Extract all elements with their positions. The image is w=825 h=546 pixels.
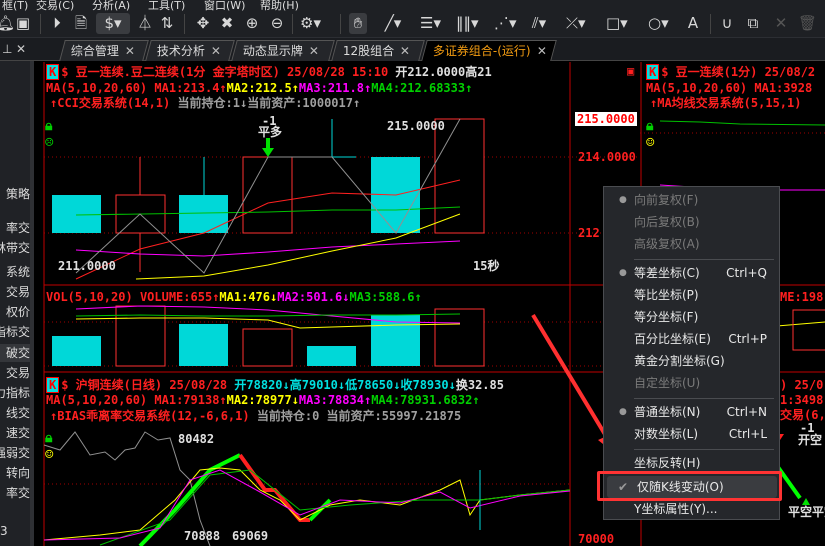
menu-help[interactable]: 帮助(H) <box>260 0 299 11</box>
menu-item-forward-adjust[interactable]: ● 向前复权(F) <box>604 189 779 211</box>
zigzag-red <box>238 453 310 522</box>
volume-header: VOL(5,10,20) VOLUME:655↑MA1:476↓MA2:501.… <box>46 290 422 304</box>
right-title-row: K $ 豆一连续(1分) 25/08/2 <box>646 64 815 80</box>
signal-label: 平多 <box>258 125 283 139</box>
lock-icon[interactable]: 🔒︎ <box>45 119 52 133</box>
menu-item-geometric-axis[interactable]: 等比坐标(P) <box>604 284 779 306</box>
menu-analysis[interactable]: 分析(A) <box>92 0 130 11</box>
lock-icon[interactable]: 🔒︎ <box>646 119 653 133</box>
low-price-label: 70888 <box>184 529 221 543</box>
menu-view[interactable]: 框(T) <box>2 0 28 11</box>
lock-icon[interactable]: 🔒︎ <box>45 431 52 445</box>
signal-label: 开空 <box>798 433 823 447</box>
low-price-label: 69069 <box>232 529 269 543</box>
menu-item-percent-axis[interactable]: 百分比坐标(E) Ctrl+P <box>604 328 779 350</box>
menu-trade[interactable]: 交易(C) <box>36 0 74 11</box>
current-price-tag: 215.0000 <box>575 112 637 126</box>
axis-label: 214.0000 <box>578 150 636 164</box>
candle <box>242 156 293 234</box>
sell-arrow-icon <box>262 138 274 157</box>
menu-item-y-axis-properties[interactable]: Y坐标属性(Y)... <box>604 498 779 520</box>
volume-bar <box>242 328 293 367</box>
signal-label: 平空 <box>812 505 825 519</box>
candle <box>179 195 228 233</box>
k-period-button[interactable]: K <box>46 377 60 393</box>
pane3-ma-row: MA(5,10,20,60) MA1:79138↑MA2:78977↓MA3:7… <box>46 393 480 407</box>
pane1-title-row: K $ 豆一连续.豆二连续(1分 金字塔时区) 25/08/28 15:10 开2… <box>46 64 492 80</box>
trading-system-label[interactable]: CCI交易系统(14,1) <box>57 96 170 110</box>
highlight-box <box>597 471 782 501</box>
price-line <box>43 467 571 541</box>
face-icon[interactable]: ☹ <box>45 136 53 150</box>
right-pane3-ma: 1:3498 <box>780 393 824 407</box>
smiley-icon[interactable]: ☺ <box>45 448 53 462</box>
menu-item-log-axis[interactable]: 对数坐标(L) Ctrl+L <box>604 423 779 445</box>
axis-context-menu: ● 向前复权(F) 向后复权(B) 高级复权(A) ● 等差坐标(C) Ctrl+Q … <box>603 186 780 520</box>
ma2-line <box>75 240 461 257</box>
menu-item-backward-adjust[interactable]: 向后复权(B) <box>604 211 779 233</box>
right-pane3-system: 交易(6, <box>780 408 825 422</box>
axis-label: 70000 <box>578 532 615 546</box>
right-pane3-title: ) 25/0 <box>780 378 824 392</box>
k-period-button[interactable]: K <box>646 64 660 80</box>
right-system-row: ↑MA均线交易系统(5,15,1) <box>650 96 802 110</box>
candle <box>434 118 485 234</box>
menu-bar: 框(T) 交易(C) 分析(A) 工具(T) 窗口(W) 帮助(H) <box>0 0 825 12</box>
high-price-label: 215.0000 <box>387 119 445 133</box>
volume-bar <box>179 324 228 366</box>
trading-system-label[interactable]: BIAS乖离率交易系统(12,-6,6,1) <box>57 409 249 423</box>
menu-item-normal-axis[interactable]: ● 普通坐标(N) Ctrl+N <box>604 401 779 423</box>
menu-item-equal-axis[interactable]: 等分坐标(F) <box>604 306 779 328</box>
menu-item-arithmetic-axis[interactable]: ● 等差坐标(C) Ctrl+Q <box>604 262 779 284</box>
volume-bar <box>434 308 485 367</box>
menu-tools[interactable]: 工具(T) <box>148 0 185 11</box>
volume-bar <box>52 336 101 366</box>
menu-item-golden-axis[interactable]: 黄金分割坐标(G) <box>604 350 779 372</box>
signal-label: 平空 <box>788 505 813 519</box>
maximize-icon[interactable]: ▣ <box>627 64 634 78</box>
candle <box>52 195 101 233</box>
countdown-timer: 15秒 <box>473 259 500 273</box>
right-volume-label: ME:198 <box>780 290 824 304</box>
pane3-system-row: ↑BIAS乖离率交易系统(12,-6,6,1) 当前持仓:0 当前资产:5599… <box>50 409 462 423</box>
smiley-icon[interactable]: ☺ <box>646 136 654 150</box>
annotation-arrow <box>531 313 614 448</box>
pane3-title-row: K $ 沪铜连续(日线) 25/08/28 开78820↓高79010↓低7865… <box>46 377 504 393</box>
axis-label: 212 <box>578 226 600 240</box>
menu-item-custom-axis[interactable]: 自定坐标(U) <box>604 372 779 394</box>
volume-bar <box>307 346 356 366</box>
high-price-label: 80482 <box>178 432 215 446</box>
k-period-button[interactable]: K <box>46 64 60 80</box>
pane1-system-row: ↑CCI交易系统(14,1) 当前持仓:1↓当前资产:1000017↑ <box>50 96 361 110</box>
right-ma-row: MA(5,10,20,60) MA1:3928 <box>646 81 813 95</box>
menu-item-advanced-adjust[interactable]: 高级复权(A) <box>604 233 779 255</box>
menu-window[interactable]: 窗口(W) <box>204 0 245 11</box>
low-price-label: 211.0000 <box>58 259 116 273</box>
pane1-ma-row: MA(5,10,20,60) MA1:213.4↑MA2:212.5↑MA3:2… <box>46 81 473 95</box>
